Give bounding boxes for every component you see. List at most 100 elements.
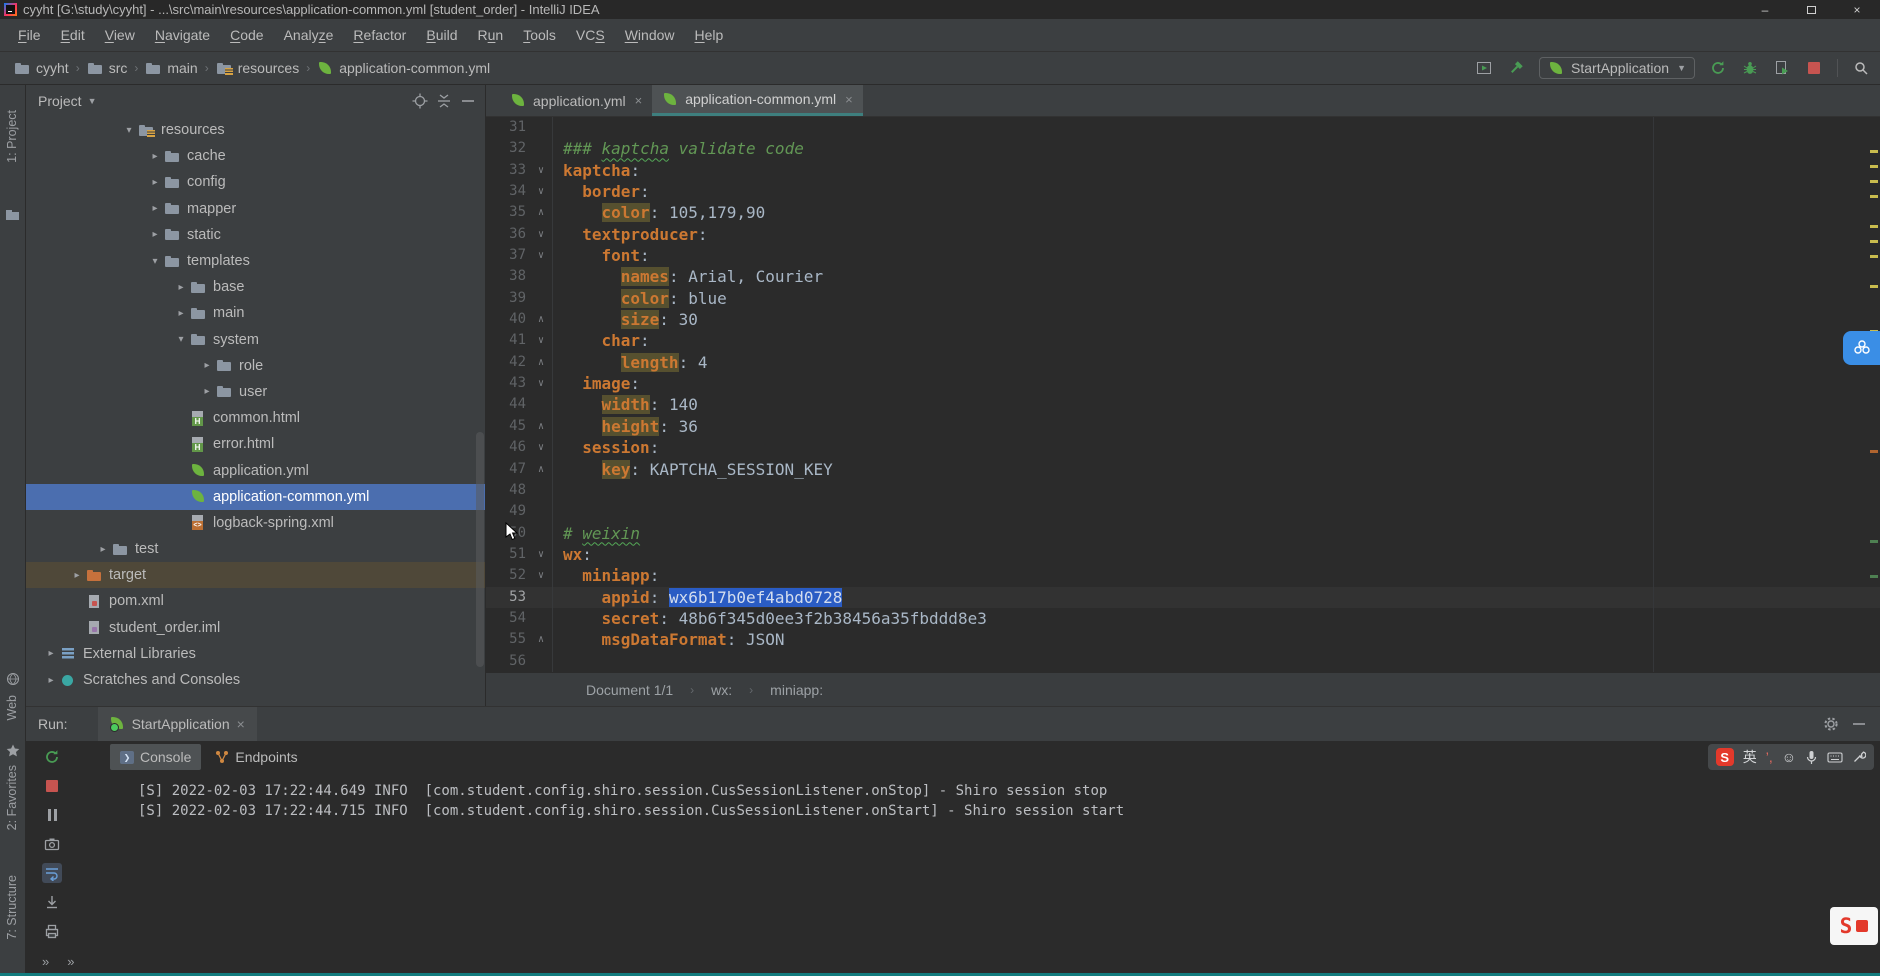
minimize-button[interactable]: – xyxy=(1742,0,1788,19)
tree-item-logback-spring-xml[interactable]: logback-spring.xml xyxy=(26,510,485,536)
pause-output-button[interactable] xyxy=(42,805,62,825)
fold-marker[interactable]: ∨ xyxy=(530,160,552,181)
tree-toggle-icon[interactable]: ▾ xyxy=(146,256,164,267)
tree-toggle-icon[interactable]: ▸ xyxy=(68,570,86,581)
more-items-chevron-icon[interactable]: » xyxy=(42,954,49,969)
editor-tab-application-common-yml[interactable]: application-common.yml× xyxy=(652,85,863,116)
tree-item-scratches-and-consoles[interactable]: ▸Scratches and Consoles xyxy=(26,667,485,693)
breadcrumb-item-cyyht[interactable]: cyyht xyxy=(14,60,69,76)
menu-item-vcs[interactable]: VCS xyxy=(566,23,615,47)
chevron-down-icon[interactable]: ▼ xyxy=(88,96,97,106)
fold-marker[interactable]: ∧ xyxy=(530,629,552,650)
locate-file-icon[interactable] xyxy=(411,92,429,110)
tree-toggle-icon[interactable]: ▾ xyxy=(172,334,190,345)
fold-marker[interactable]: ∨ xyxy=(530,245,552,266)
more-items-chevron-icon[interactable]: » xyxy=(67,954,74,969)
rerun-button[interactable] xyxy=(1709,59,1727,77)
close-tab-icon[interactable]: × xyxy=(237,716,245,732)
fold-marker[interactable]: ∨ xyxy=(530,544,552,565)
stripe-web-label[interactable]: Web xyxy=(5,695,19,720)
tree-item-test[interactable]: ▸test xyxy=(26,536,485,562)
breadcrumb-item-application-common-yml[interactable]: application-common.yml xyxy=(317,60,490,76)
tree-toggle-icon[interactable]: ▸ xyxy=(172,308,190,319)
tree-toggle-icon[interactable]: ▸ xyxy=(42,648,60,659)
menu-item-view[interactable]: View xyxy=(95,23,145,47)
close-button[interactable]: × xyxy=(1834,0,1880,19)
tab-console[interactable]: ❯Console xyxy=(110,744,201,770)
floating-assistant-button[interactable] xyxy=(1843,331,1880,365)
tree-item-main[interactable]: ▸main xyxy=(26,300,485,326)
stripe-project-label[interactable]: 1: Project xyxy=(5,110,19,163)
tree-item-application-yml[interactable]: application.yml xyxy=(26,457,485,483)
close-tab-icon[interactable]: × xyxy=(635,93,643,108)
ime-wrench-icon[interactable] xyxy=(1852,750,1866,764)
error-stripe[interactable] xyxy=(1868,117,1880,672)
toolwindow-run-icon[interactable] xyxy=(1475,59,1493,77)
code-editor[interactable]: 3132### kaptcha validate code33∨kaptcha:… xyxy=(486,117,1880,672)
fold-marker[interactable]: ∨ xyxy=(530,437,552,458)
document-breadcrumb-item[interactable]: Document 1/1 xyxy=(576,682,683,698)
fold-marker[interactable]: ∨ xyxy=(530,373,552,394)
project-toolwindow-icon[interactable] xyxy=(5,207,21,223)
tree-item-student-order-iml[interactable]: student_order.iml xyxy=(26,615,485,641)
search-everywhere-icon[interactable] xyxy=(1852,59,1870,77)
ime-keyboard-icon[interactable] xyxy=(1827,751,1843,764)
print-button[interactable] xyxy=(42,921,62,941)
close-tab-icon[interactable]: × xyxy=(845,92,853,107)
tree-item-external-libraries[interactable]: ▸External Libraries xyxy=(26,641,485,667)
tree-item-base[interactable]: ▸base xyxy=(26,274,485,300)
tree-toggle-icon[interactable]: ▸ xyxy=(146,177,164,188)
tree-toggle-icon[interactable]: ▾ xyxy=(120,125,138,136)
tree-toggle-icon[interactable]: ▸ xyxy=(172,282,190,293)
build-hammer-icon[interactable] xyxy=(1507,59,1525,77)
breadcrumb-item-main[interactable]: main xyxy=(145,60,197,76)
web-toolwindow-icon[interactable] xyxy=(5,671,21,687)
hide-panel-icon[interactable] xyxy=(459,92,477,110)
tree-item-static[interactable]: ▸static xyxy=(26,222,485,248)
fold-marker[interactable]: ∨ xyxy=(530,224,552,245)
menu-item-code[interactable]: Code xyxy=(220,23,273,47)
menu-item-run[interactable]: Run xyxy=(468,23,514,47)
run-with-coverage-button[interactable] xyxy=(1773,59,1791,77)
breadcrumb-item-resources[interactable]: resources xyxy=(216,60,299,76)
ime-punctuation-toggle[interactable]: ’, xyxy=(1766,749,1773,765)
stripe-favorites-label[interactable]: 2: Favorites xyxy=(5,765,19,830)
tree-item-templates[interactable]: ▾templates xyxy=(26,248,485,274)
tree-item-cache[interactable]: ▸cache xyxy=(26,143,485,169)
menu-item-edit[interactable]: Edit xyxy=(51,23,95,47)
fold-marker[interactable]: ∨ xyxy=(530,330,552,351)
ime-language-toggle[interactable]: 英 xyxy=(1743,747,1757,767)
rerun-button[interactable] xyxy=(42,747,62,767)
run-configuration-select[interactable]: StartApplication ▼ xyxy=(1539,57,1695,79)
tree-item-config[interactable]: ▸config xyxy=(26,169,485,195)
sogou-logo-icon[interactable]: S xyxy=(1716,748,1734,766)
fold-marker[interactable]: ∧ xyxy=(530,459,552,480)
menu-item-refactor[interactable]: Refactor xyxy=(343,23,416,47)
tree-toggle-icon[interactable]: ▸ xyxy=(198,386,216,397)
editor-tab-application-yml[interactable]: application.yml× xyxy=(500,85,652,116)
tree-item-role[interactable]: ▸role xyxy=(26,353,485,379)
tree-item-application-common-yml[interactable]: application-common.yml xyxy=(26,484,485,510)
tree-item-pom-xml[interactable]: pom.xml xyxy=(26,588,485,614)
fold-marker[interactable]: ∨ xyxy=(530,181,552,202)
fold-marker[interactable]: ∨ xyxy=(530,565,552,586)
tree-item-mapper[interactable]: ▸mapper xyxy=(26,196,485,222)
menu-item-navigate[interactable]: Navigate xyxy=(145,23,220,47)
fold-marker[interactable]: ∧ xyxy=(530,202,552,223)
breadcrumb-item-src[interactable]: src xyxy=(87,60,128,76)
hide-panel-icon[interactable] xyxy=(1850,715,1868,733)
ime-mic-icon[interactable] xyxy=(1805,750,1818,765)
settings-gear-icon[interactable] xyxy=(1822,715,1840,733)
tree-toggle-icon[interactable]: ▸ xyxy=(42,675,60,686)
favorites-star-icon[interactable] xyxy=(5,743,21,759)
stop-button[interactable] xyxy=(42,776,62,796)
tree-item-common-html[interactable]: common.html xyxy=(26,405,485,431)
fold-marker[interactable]: ∧ xyxy=(530,416,552,437)
stop-button[interactable] xyxy=(1805,59,1823,77)
tree-toggle-icon[interactable]: ▸ xyxy=(146,203,164,214)
menu-item-build[interactable]: Build xyxy=(416,23,467,47)
project-panel-title[interactable]: Project xyxy=(38,93,82,109)
menu-item-help[interactable]: Help xyxy=(685,23,734,47)
tree-item-target[interactable]: ▸target xyxy=(26,562,485,588)
scroll-to-end-button[interactable] xyxy=(42,892,62,912)
